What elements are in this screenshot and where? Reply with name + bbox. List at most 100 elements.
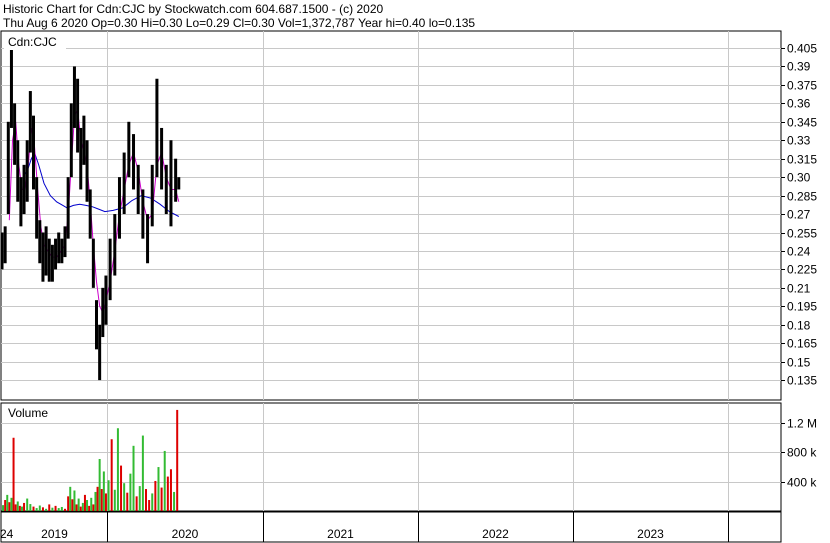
price-tick-label: 0.24 (787, 245, 811, 259)
price-tick-label: 0.195 (787, 300, 817, 314)
price-bar (117, 177, 121, 239)
volume-bar (148, 500, 151, 511)
volume-bar (6, 494, 9, 511)
volume-bar (18, 505, 21, 511)
price-bar (25, 140, 29, 202)
price-bar (136, 164, 140, 215)
year-label: 2023 (637, 527, 664, 541)
price-bar (95, 300, 98, 350)
volume-bar (176, 409, 179, 511)
price-tick-label: 0.15 (787, 356, 811, 370)
price-tick-label: 0.165 (787, 337, 817, 351)
volume-bar (14, 504, 17, 511)
volume-bar (16, 501, 19, 511)
price-bar (3, 226, 7, 264)
volume-bar (69, 486, 72, 511)
price-bar (127, 121, 131, 178)
volume-bar (79, 506, 82, 511)
volume-bar (96, 486, 99, 511)
volume-tick-label: 400 k (787, 476, 817, 490)
chart-canvas: Historic Chart for Cdn:CJC by Stockwatch… (0, 2, 817, 543)
price-bar (169, 140, 173, 227)
price-bar (160, 127, 164, 190)
volume-bar (88, 505, 91, 511)
price-tick-label: 0.405 (787, 42, 817, 56)
price-bar (174, 158, 178, 202)
price-bar (54, 238, 58, 270)
volume-bar (100, 489, 103, 511)
price-bar (50, 244, 54, 282)
volume-bar (26, 498, 29, 511)
price-bar (63, 226, 67, 258)
price-bar (22, 164, 26, 215)
volume-bar (92, 504, 95, 511)
year-label: 2020 (172, 527, 199, 541)
time-axis-frame (0, 511, 782, 543)
price-tick-label: 0.345 (787, 116, 817, 130)
price-bar (0, 232, 4, 270)
volume-bar (120, 465, 123, 511)
volume-bar (38, 505, 41, 511)
price-bar (108, 238, 112, 301)
price-bar (60, 238, 64, 264)
year-label: 2021 (327, 527, 354, 541)
year-label: 2022 (482, 527, 509, 541)
volume-bar (45, 508, 48, 511)
volume-bar (54, 505, 57, 511)
price-bar (88, 189, 92, 239)
price-tick-label: 0.33 (787, 134, 811, 148)
price-bar (57, 232, 61, 264)
volume-bar (48, 504, 51, 511)
volume-bar (4, 500, 7, 511)
price-bar (104, 275, 108, 325)
symbol-label: Cdn:CJC (8, 35, 57, 49)
price-bar (141, 189, 145, 239)
volume-bar (138, 486, 141, 511)
price-bar (91, 238, 95, 288)
volume-bar (157, 467, 160, 511)
volume-bar (90, 497, 93, 511)
price-bar (9, 48, 13, 128)
volume-bar (154, 480, 157, 511)
volume-bar (71, 499, 74, 511)
volume-bar (35, 508, 38, 511)
volume-bar (10, 497, 13, 511)
price-bar (16, 140, 20, 202)
volume-bar (67, 496, 70, 511)
volume-bar (141, 435, 144, 511)
price-bar (72, 66, 76, 128)
price-tick-label: 0.36 (787, 97, 811, 111)
volume-bar (173, 491, 176, 511)
price-bar (155, 78, 159, 178)
price-tick-label: 0.225 (787, 263, 817, 277)
volume-bar (2, 505, 5, 511)
volume-bar (64, 508, 66, 511)
price-bar (66, 177, 70, 239)
volume-bar (145, 489, 147, 511)
price-bar (177, 177, 181, 190)
volume-bar (57, 508, 60, 511)
price-tick-label: 0.18 (787, 319, 811, 333)
volume-axis: 1.2 M 800 k 400 k (781, 417, 817, 490)
price-tick-label: 0.315 (787, 153, 817, 167)
volume-bar (98, 459, 101, 511)
volume-bar (8, 502, 11, 511)
volume-bar (132, 445, 135, 511)
volume-label: Volume (8, 406, 48, 420)
price-bar (19, 177, 23, 227)
volume-bar (135, 496, 138, 511)
volume-bar (32, 506, 35, 511)
volume-bar (123, 483, 126, 511)
time-axis: 2019 2020 2021 2022 2023 2024 (0, 511, 782, 543)
price-tick-label: 0.21 (787, 282, 811, 296)
price-bar (85, 140, 89, 202)
volume-tick-label: 800 k (787, 446, 817, 460)
volume-bar (81, 502, 84, 511)
price-bar (13, 103, 17, 165)
price-tick-label: 0.375 (787, 79, 817, 93)
volume-bar (129, 473, 132, 511)
volume-tick-label: 1.2 M (787, 417, 817, 431)
price-bar (146, 214, 150, 264)
volume-bar (51, 507, 54, 511)
price-tick-label: 0.285 (787, 190, 817, 204)
